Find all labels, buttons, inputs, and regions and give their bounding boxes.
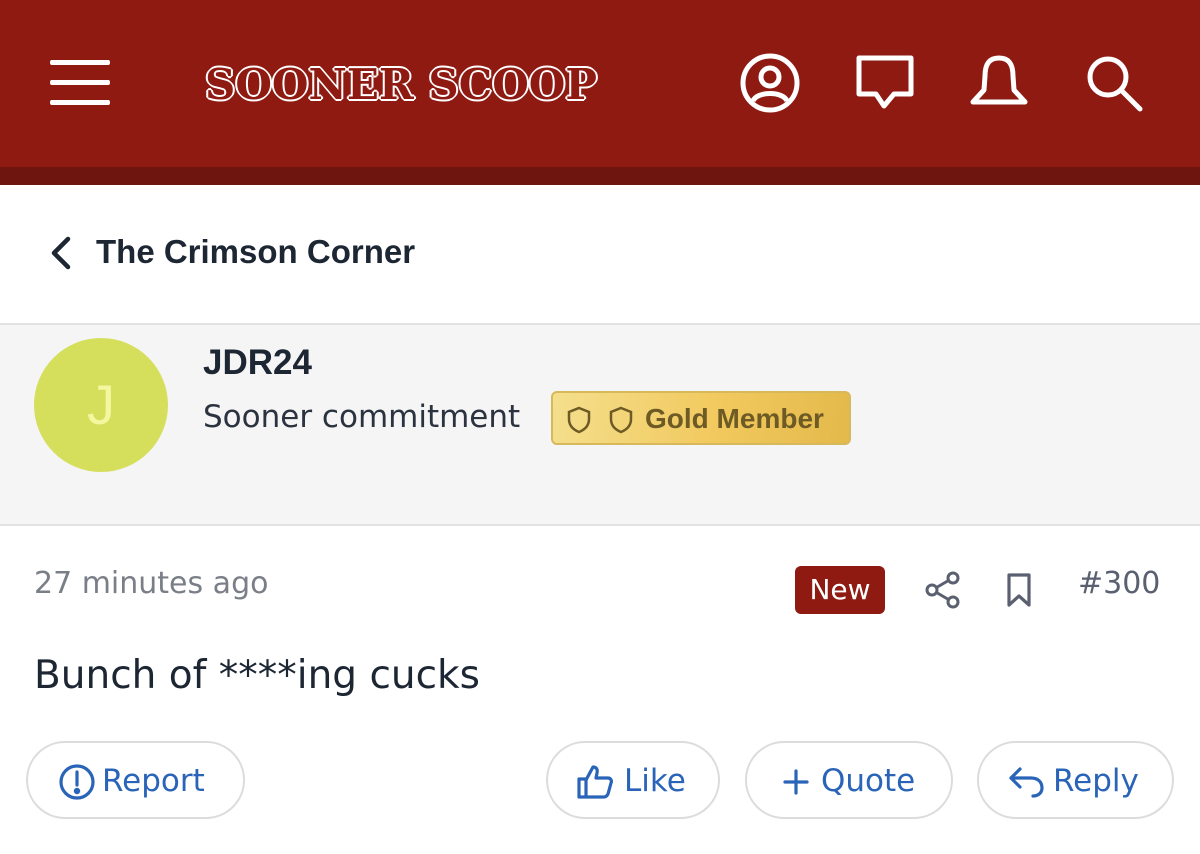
post-time[interactable]: 27 minutes ago [34, 566, 268, 601]
alert-circle-icon [59, 764, 95, 800]
header-shadow [0, 167, 1200, 185]
thumbs-up-icon [577, 765, 613, 799]
reply-arrow-icon [1009, 767, 1044, 798]
reply-label: Reply [1053, 763, 1139, 799]
search-icon[interactable] [1083, 52, 1145, 114]
like-button[interactable]: Like [546, 741, 720, 819]
report-button[interactable]: Report [26, 741, 245, 819]
site-header: SOONER SCOOP [0, 0, 1200, 185]
forum-title: The Crimson Corner [96, 233, 416, 270]
badge-label: Gold Member [645, 403, 824, 434]
menu-bar [50, 60, 110, 65]
gold-member-badge: Gold Member [551, 391, 851, 445]
site-logo[interactable]: SOONER SCOOP [205, 50, 605, 120]
post-meta: 27 minutes ago New #300 [0, 560, 1200, 620]
logo-text: SOONER SCOOP [205, 60, 597, 109]
plus-icon [783, 769, 809, 795]
share-icon[interactable] [924, 570, 962, 610]
menu-bar [50, 100, 110, 105]
menu-bar [50, 80, 110, 85]
shield-icon [609, 406, 633, 434]
alerts-icon[interactable] [968, 52, 1030, 114]
avatar[interactable]: J [34, 338, 168, 472]
bookmark-icon[interactable] [1005, 572, 1033, 608]
like-label: Like [624, 763, 686, 799]
menu-icon[interactable] [50, 60, 110, 106]
quote-label: Quote [821, 763, 916, 799]
new-tag: New [795, 566, 885, 614]
post-number[interactable]: #300 [1078, 566, 1160, 601]
user-title: Sooner commitment [203, 399, 521, 435]
post-content: Bunch of ****ing cucks [34, 653, 480, 698]
username[interactable]: JDR24 [203, 343, 312, 383]
breadcrumb[interactable]: The Crimson Corner [0, 185, 1200, 325]
shield-icon [567, 406, 591, 434]
report-label: Report [102, 763, 205, 799]
quote-button[interactable]: Quote [745, 741, 953, 819]
conversations-icon[interactable] [854, 52, 916, 114]
reply-button[interactable]: Reply [977, 741, 1174, 819]
author-panel: J JDR24 Sooner commitment Gold Member [0, 323, 1200, 526]
chevron-left-icon [51, 236, 71, 270]
account-icon[interactable] [739, 52, 801, 114]
